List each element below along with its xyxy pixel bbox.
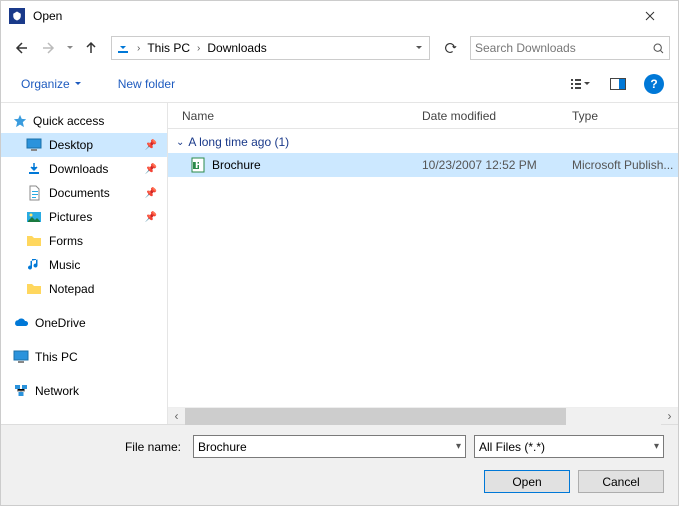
column-type[interactable]: Type (572, 109, 678, 123)
address-dropdown[interactable] (411, 44, 427, 52)
help-button[interactable]: ? (644, 74, 664, 94)
filename-label: File name: (15, 440, 185, 454)
forward-button[interactable] (37, 36, 61, 60)
file-type: Microsoft Publish... (572, 158, 678, 172)
pin-icon: 📌 (145, 140, 157, 151)
sidebar-item-label: Documents (49, 186, 110, 200)
scroll-left-button[interactable]: ‹ (168, 408, 185, 425)
chevron-down-icon (74, 80, 82, 88)
filename-input[interactable] (198, 440, 456, 454)
search-icon (652, 42, 665, 55)
pin-icon: 📌 (145, 212, 157, 223)
window-title: Open (33, 9, 630, 23)
pin-icon: 📌 (145, 164, 157, 175)
new-folder-button[interactable]: New folder (112, 73, 181, 95)
network-icon (13, 383, 29, 399)
sidebar-item-label: Forms (49, 234, 83, 248)
sidebar-item-label: This PC (35, 350, 78, 364)
up-button[interactable] (79, 36, 103, 60)
search-box[interactable] (470, 36, 670, 60)
sidebar-item-forms[interactable]: Forms (1, 229, 167, 253)
refresh-button[interactable] (438, 36, 462, 60)
preview-pane-button[interactable] (602, 72, 634, 96)
sidebar-item-label: Network (35, 384, 79, 398)
scroll-track[interactable] (185, 408, 661, 425)
this-pc-icon (13, 349, 29, 365)
downloads-location-icon (114, 39, 132, 57)
sidebar-item-music[interactable]: Music (1, 253, 167, 277)
sidebar-quick-access[interactable]: Quick access (1, 109, 167, 133)
navigation-pane: Quick access Desktop 📌 Downloads 📌 Docum… (1, 103, 167, 424)
svg-text:P: P (195, 157, 203, 171)
file-name: Brochure (212, 158, 261, 172)
downloads-icon (25, 160, 43, 178)
file-row[interactable]: P Brochure 10/23/2007 12:52 PM Microsoft… (168, 153, 678, 177)
breadcrumb-this-pc[interactable]: This PC (143, 37, 194, 59)
column-headers: Name Date modified Type (168, 103, 678, 129)
nav-bar: › This PC › Downloads (1, 31, 678, 65)
sidebar-item-pictures[interactable]: Pictures 📌 (1, 205, 167, 229)
chevron-down-icon[interactable]: ▾ (654, 441, 659, 452)
column-name[interactable]: Name (168, 109, 422, 123)
organize-menu[interactable]: Organize (15, 73, 88, 95)
documents-icon (25, 184, 43, 202)
sidebar-item-label: OneDrive (35, 316, 86, 330)
breadcrumb-downloads[interactable]: Downloads (203, 37, 270, 59)
horizontal-scrollbar[interactable]: ‹ › (168, 407, 678, 424)
sidebar-network[interactable]: Network (1, 379, 167, 403)
view-options-button[interactable] (564, 72, 596, 96)
sidebar-this-pc[interactable]: This PC (1, 345, 167, 369)
sidebar-onedrive[interactable]: OneDrive (1, 311, 167, 335)
folder-icon (25, 232, 43, 250)
filter-value: All Files (*.*) (479, 440, 654, 454)
file-list[interactable]: ⌄ A long time ago (1) P Brochure 10/23/2… (168, 129, 678, 407)
group-label: A long time ago (1) (188, 135, 289, 149)
file-list-pane: Name Date modified Type ⌄ A long time ag… (167, 103, 678, 424)
onedrive-icon (13, 315, 29, 331)
sidebar-item-label: Quick access (33, 114, 104, 128)
scroll-right-button[interactable]: › (661, 408, 678, 425)
sidebar-item-desktop[interactable]: Desktop 📌 (1, 133, 167, 157)
sidebar-item-label: Pictures (49, 210, 92, 224)
filename-combo[interactable]: ▾ (193, 435, 466, 458)
search-input[interactable] (475, 41, 652, 55)
chevron-right-icon[interactable]: › (134, 43, 143, 54)
toolbar: Organize New folder ? (1, 65, 678, 103)
pictures-icon (25, 208, 43, 226)
title-bar: Open (1, 1, 678, 31)
chevron-down-icon: ⌄ (176, 137, 184, 148)
sidebar-item-label: Downloads (49, 162, 108, 176)
music-icon (25, 256, 43, 274)
file-type-filter[interactable]: All Files (*.*) ▾ (474, 435, 664, 458)
close-button[interactable] (630, 2, 670, 30)
sidebar-item-label: Notepad (49, 282, 94, 296)
sidebar-item-notepad[interactable]: Notepad (1, 277, 167, 301)
sidebar-item-documents[interactable]: Documents 📌 (1, 181, 167, 205)
column-date[interactable]: Date modified (422, 109, 572, 123)
back-button[interactable] (9, 36, 33, 60)
organize-label: Organize (21, 77, 70, 91)
publisher-file-icon: P (190, 157, 206, 173)
chevron-right-icon[interactable]: › (194, 43, 203, 54)
main-area: Quick access Desktop 📌 Downloads 📌 Docum… (1, 103, 678, 424)
folder-icon (25, 280, 43, 298)
pin-icon: 📌 (145, 188, 157, 199)
cancel-button[interactable]: Cancel (578, 470, 664, 493)
file-date: 10/23/2007 12:52 PM (422, 158, 572, 172)
sidebar-item-downloads[interactable]: Downloads 📌 (1, 157, 167, 181)
open-button[interactable]: Open (484, 470, 570, 493)
address-bar[interactable]: › This PC › Downloads (111, 36, 430, 60)
app-icon (9, 8, 25, 24)
chevron-down-icon[interactable]: ▾ (456, 441, 461, 452)
sidebar-item-label: Desktop (49, 138, 93, 152)
star-icon (13, 114, 27, 128)
sidebar-item-label: Music (49, 258, 80, 272)
desktop-icon (25, 136, 43, 154)
scroll-thumb[interactable] (185, 408, 566, 425)
new-folder-label: New folder (118, 77, 175, 91)
recent-locations-dropdown[interactable] (65, 44, 75, 52)
dialog-footer: File name: ▾ All Files (*.*) ▾ Open Canc… (1, 424, 678, 505)
file-group-header[interactable]: ⌄ A long time ago (1) (168, 129, 678, 153)
